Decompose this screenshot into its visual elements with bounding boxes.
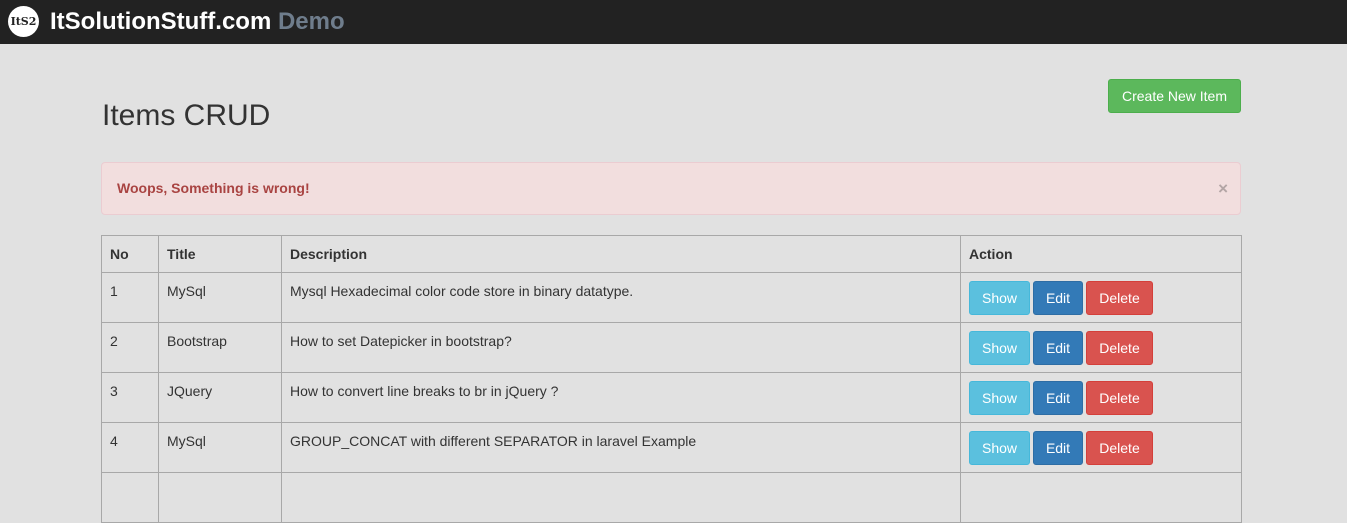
cell-description: GROUP_CONCAT with different SEPARATOR in…	[281, 422, 961, 473]
brand-site-name: ItSolutionStuff.com	[50, 8, 272, 35]
delete-button[interactable]: Delete	[1086, 331, 1153, 365]
cell-action: Show Edit Delete	[960, 272, 1242, 323]
page-title: Items CRUD	[102, 99, 271, 132]
cell-no: 1	[101, 272, 159, 323]
delete-button[interactable]: Delete	[1086, 281, 1153, 315]
table-header-row: No Title Description Action	[101, 235, 1242, 273]
cell-description: Mysql Hexadecimal color code store in bi…	[281, 272, 961, 323]
edit-button[interactable]: Edit	[1033, 331, 1083, 365]
cell-action: Show Edit Delete	[960, 422, 1242, 473]
table-row: 3 JQuery How to convert line breaks to b…	[101, 372, 1242, 423]
table-row: 4 MySql GROUP_CONCAT with different SEPA…	[101, 422, 1242, 473]
edit-button[interactable]: Edit	[1033, 281, 1083, 315]
cell-no: 2	[101, 322, 159, 373]
create-new-item-button[interactable]: Create New Item	[1108, 79, 1241, 113]
cell-description: How to convert line breaks to br in jQue…	[281, 372, 961, 423]
show-button[interactable]: Show	[969, 331, 1030, 365]
cell-action: Show Edit Delete	[960, 372, 1242, 423]
column-header-description: Description	[281, 235, 961, 273]
table-row: 1 MySql Mysql Hexadecimal color code sto…	[101, 272, 1242, 323]
brand-logo[interactable]: ItS2	[8, 6, 39, 37]
column-header-title: Title	[158, 235, 282, 273]
top-navbar: ItS2 ItSolutionStuff.com Demo	[0, 0, 1347, 44]
delete-button[interactable]: Delete	[1086, 381, 1153, 415]
show-button[interactable]: Show	[969, 281, 1030, 315]
cell-action: Show Edit Delete	[960, 322, 1242, 373]
table-row: 2 Bootstrap How to set Datepicker in boo…	[101, 322, 1242, 373]
cell-title: MySql	[158, 272, 282, 323]
cell-action	[960, 472, 1242, 523]
edit-button[interactable]: Edit	[1033, 381, 1083, 415]
cell-no: 3	[101, 372, 159, 423]
cell-title: Bootstrap	[158, 322, 282, 373]
items-table: No Title Description Action 1 MySql Mysq…	[101, 235, 1242, 523]
cell-title: MySql	[158, 422, 282, 473]
brand-title[interactable]: ItSolutionStuff.com Demo	[50, 6, 345, 38]
column-header-action: Action	[960, 235, 1242, 273]
alert-message: Woops, Something is wrong!	[117, 180, 310, 196]
cell-description: How to set Datepicker in bootstrap?	[281, 322, 961, 373]
cell-title: JQuery	[158, 372, 282, 423]
error-alert: Woops, Something is wrong! ×	[101, 162, 1241, 215]
cell-title	[158, 472, 282, 523]
column-header-no: No	[101, 235, 159, 273]
cell-no	[101, 472, 159, 523]
delete-button[interactable]: Delete	[1086, 431, 1153, 465]
close-icon[interactable]: ×	[1218, 179, 1228, 199]
show-button[interactable]: Show	[969, 431, 1030, 465]
cell-description	[281, 472, 961, 523]
brand-suffix: Demo	[277, 8, 345, 35]
edit-button[interactable]: Edit	[1033, 431, 1083, 465]
table-row	[101, 472, 1242, 523]
cell-no: 4	[101, 422, 159, 473]
show-button[interactable]: Show	[969, 381, 1030, 415]
